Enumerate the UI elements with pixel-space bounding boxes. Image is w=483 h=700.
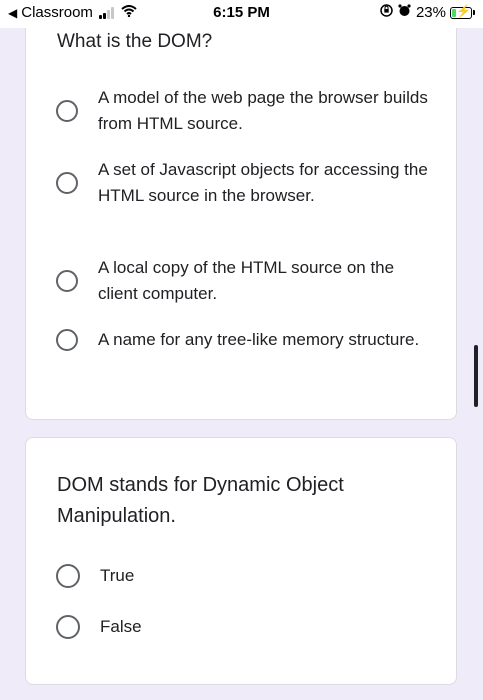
orientation-lock-icon: [380, 4, 393, 21]
option-1[interactable]: A set of Javascript objects for accessin…: [56, 157, 436, 209]
charging-bolt-icon: ⚡: [456, 3, 471, 18]
option-3[interactable]: A name for any tree-like memory structur…: [56, 327, 436, 353]
radio-button[interactable]: [56, 564, 80, 588]
option-0[interactable]: A model of the web page the browser buil…: [56, 85, 436, 137]
option-label: A set of Javascript objects for accessin…: [98, 160, 428, 205]
alarm-icon: [398, 4, 411, 21]
scrollbar-thumb[interactable]: [474, 345, 478, 407]
status-bar: ◀ Classroom 6:15 PM 23% ⚡: [0, 0, 483, 28]
battery-icon: ⚡: [450, 3, 472, 19]
option-false[interactable]: False: [56, 614, 436, 640]
radio-button[interactable]: [56, 329, 78, 351]
battery-tip: [473, 10, 475, 15]
question-title: DOM stands for Dynamic Object Manipulati…: [57, 474, 344, 527]
question-card-dom: What is the DOM? A model of the web page…: [25, 0, 457, 420]
battery-percent: 23%: [415, 4, 446, 21]
radio-button[interactable]: [56, 172, 78, 194]
radio-button[interactable]: [56, 615, 80, 639]
question-title: What is the DOM?: [57, 31, 213, 52]
option-label: A model of the web page the browser buil…: [98, 88, 428, 133]
option-2[interactable]: A local copy of the HTML source on the c…: [56, 255, 436, 307]
question-card-dom-meaning: DOM stands for Dynamic Object Manipulati…: [25, 437, 457, 685]
radio-button[interactable]: [56, 270, 78, 292]
option-label: A name for any tree-like memory structur…: [98, 330, 420, 349]
radio-button[interactable]: [56, 100, 78, 122]
option-label: True: [100, 566, 135, 585]
option-label: False: [100, 617, 142, 636]
option-true[interactable]: True: [56, 563, 436, 589]
option-label: A local copy of the HTML source on the c…: [98, 258, 395, 303]
